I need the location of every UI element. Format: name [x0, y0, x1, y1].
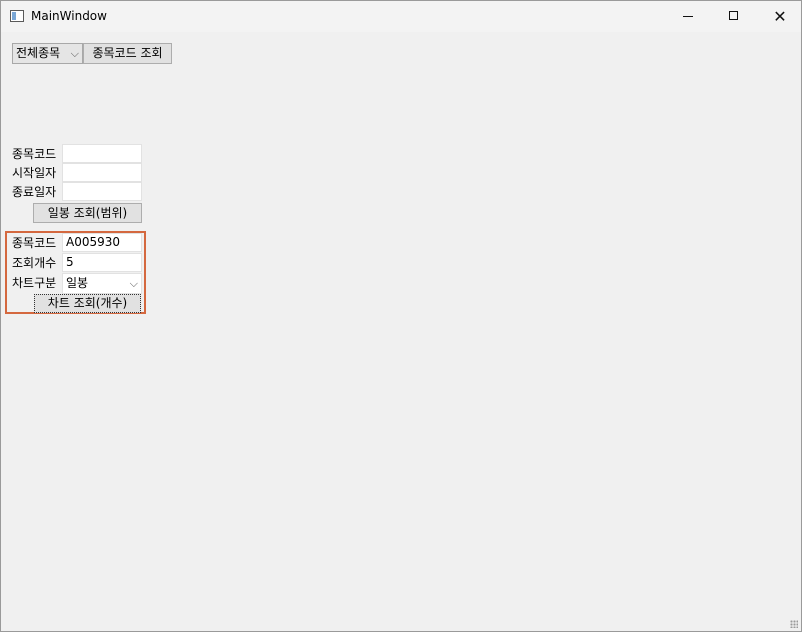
- main-window: MainWindow ✕ 전체종목 ⌵ 종목코드 조회 종목코드 시작일자 종료…: [0, 0, 802, 632]
- chart-type-label: 차트구분: [12, 276, 57, 290]
- count-input[interactable]: 5: [62, 253, 142, 272]
- count-label: 조회개수: [12, 256, 57, 270]
- title-bar[interactable]: MainWindow ✕: [1, 1, 801, 32]
- start-date-label: 시작일자: [12, 166, 57, 180]
- code-lookup-button[interactable]: 종목코드 조회: [83, 43, 172, 64]
- maximize-button[interactable]: [711, 1, 757, 32]
- minimize-button[interactable]: [665, 1, 711, 32]
- window-title: MainWindow: [31, 9, 107, 23]
- chevron-down-icon: ⌵: [70, 47, 79, 60]
- end-date-input[interactable]: [62, 182, 142, 201]
- close-icon: ✕: [773, 7, 787, 26]
- market-select[interactable]: 전체종목 ⌵: [12, 43, 83, 64]
- range-query-button[interactable]: 일봉 조회(범위): [33, 203, 142, 223]
- count-code-input[interactable]: A005930: [62, 233, 142, 252]
- chevron-down-icon: ⌵: [129, 277, 138, 290]
- count-query-button[interactable]: 차트 조회(개수): [34, 294, 141, 313]
- close-button[interactable]: ✕: [757, 1, 802, 32]
- resize-grip-icon[interactable]: [790, 620, 798, 628]
- window-app-icon: [10, 10, 24, 22]
- end-date-label: 종료일자: [12, 185, 57, 199]
- market-select-value: 전체종목: [16, 46, 61, 60]
- range-code-input[interactable]: [62, 144, 142, 163]
- maximize-icon: [729, 11, 738, 20]
- count-code-label: 종목코드: [12, 236, 57, 250]
- start-date-input[interactable]: [62, 163, 142, 182]
- minimize-icon: [683, 16, 693, 17]
- chart-type-select[interactable]: 일봉 ⌵: [62, 273, 142, 294]
- range-code-label: 종목코드: [12, 147, 57, 161]
- chart-type-value: 일봉: [66, 276, 89, 290]
